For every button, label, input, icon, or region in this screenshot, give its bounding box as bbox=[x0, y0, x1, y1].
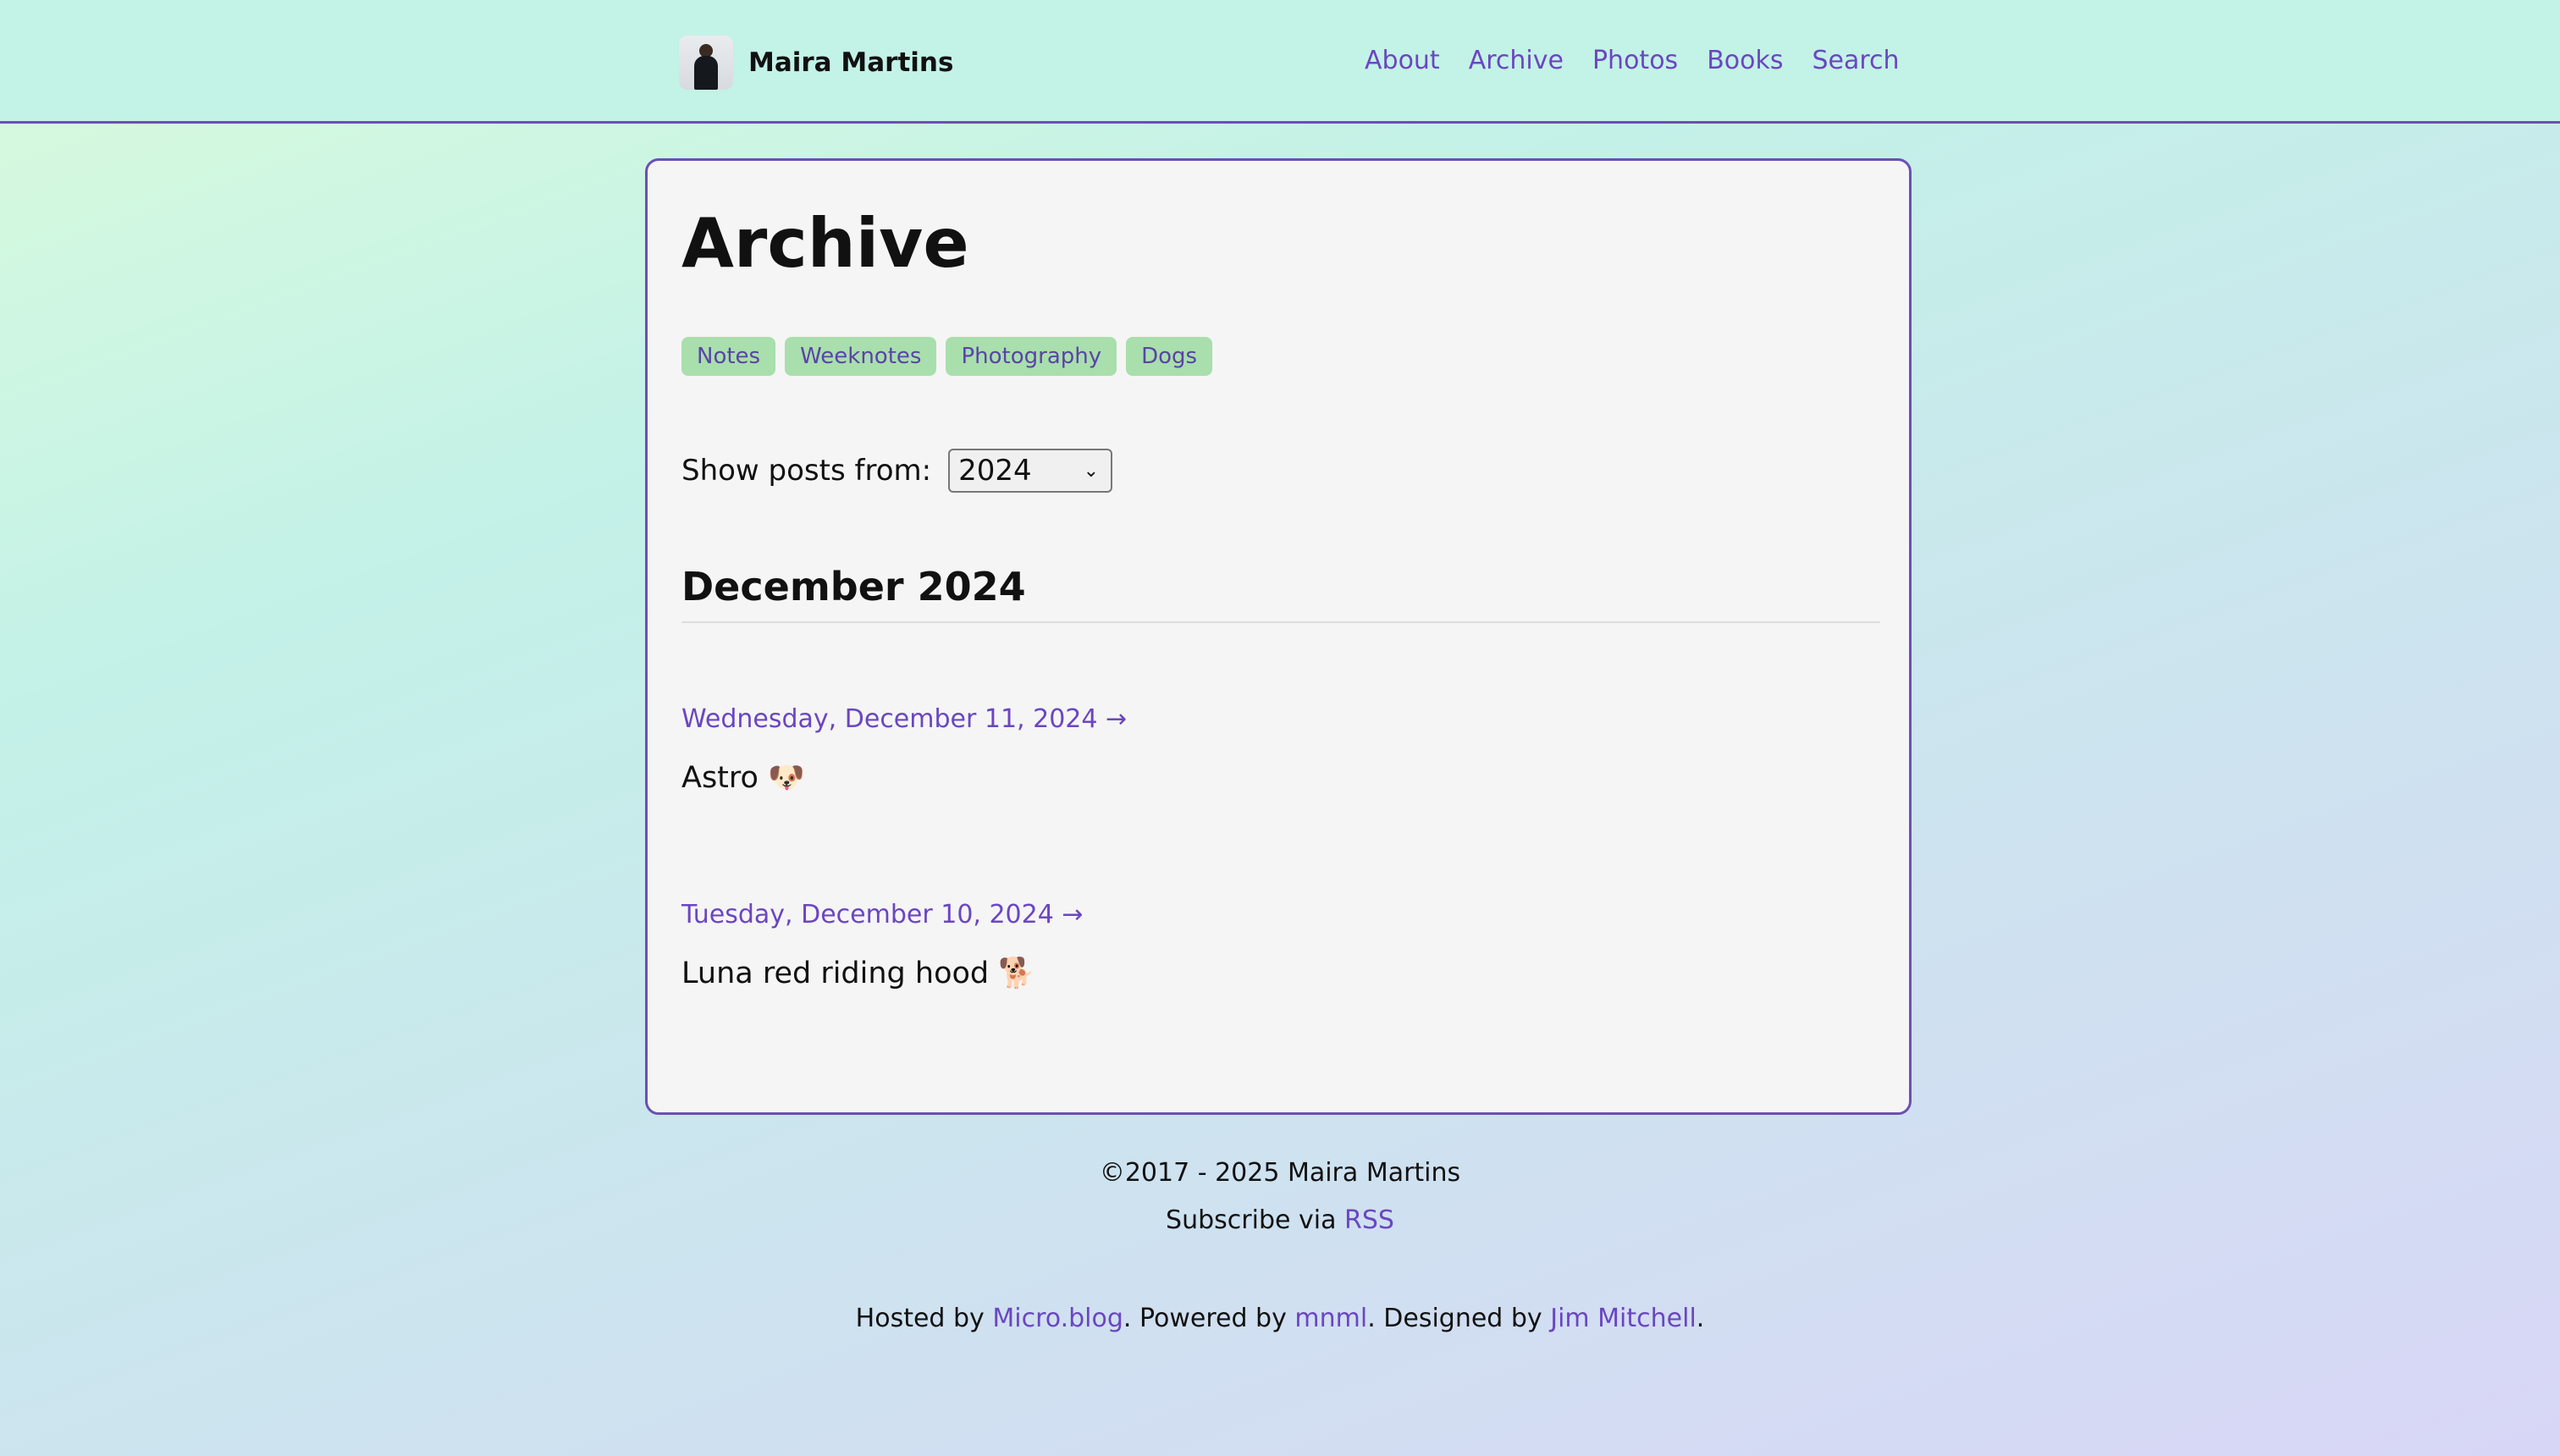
site-name[interactable]: Maira Martins bbox=[748, 47, 953, 78]
designer-link[interactable]: Jim Mitchell bbox=[1550, 1304, 1697, 1333]
nav-photos[interactable]: Photos bbox=[1592, 46, 1678, 75]
site-header: Maira Martins About Archive Photos Books… bbox=[0, 0, 2560, 124]
year-select[interactable]: 2024 ⌄ bbox=[948, 449, 1113, 493]
theme-link[interactable]: mnml bbox=[1294, 1304, 1367, 1333]
page-title: Archive bbox=[681, 204, 969, 283]
subscribe-text: Subscribe via bbox=[1166, 1205, 1337, 1235]
post-date-link[interactable]: Wednesday, December 11, 2024 → bbox=[681, 704, 1127, 734]
footer-credits: Hosted by Micro.blog. Powered by mnml. D… bbox=[0, 1304, 2560, 1333]
nav-about[interactable]: About bbox=[1365, 46, 1440, 75]
designed-by-text: . Designed by bbox=[1367, 1304, 1542, 1333]
tag-photography[interactable]: Photography bbox=[946, 337, 1117, 376]
tag-dogs[interactable]: Dogs bbox=[1126, 337, 1213, 376]
avatar-body bbox=[694, 56, 718, 90]
footer-subscribe: Subscribe via RSS bbox=[0, 1205, 2560, 1235]
site-brand[interactable]: Maira Martins bbox=[679, 36, 953, 90]
chevron-down-icon: ⌄ bbox=[1083, 460, 1100, 482]
year-filter-label: Show posts from: bbox=[681, 454, 932, 488]
nav-search[interactable]: Search bbox=[1812, 46, 1899, 75]
month-divider bbox=[681, 621, 1880, 623]
nav-archive[interactable]: Archive bbox=[1469, 46, 1564, 75]
tag-list: Notes Weeknotes Photography Dogs bbox=[681, 337, 1213, 376]
nav-books[interactable]: Books bbox=[1707, 46, 1783, 75]
year-filter: Show posts from: 2024 ⌄ bbox=[681, 449, 1113, 493]
hosted-by-text: Hosted by bbox=[855, 1304, 985, 1333]
post-text: Astro 🐶 bbox=[681, 761, 805, 795]
avatar[interactable] bbox=[679, 36, 733, 90]
post-date-link[interactable]: Tuesday, December 10, 2024 → bbox=[681, 900, 1084, 929]
archive-card: Archive Notes Weeknotes Photography Dogs… bbox=[645, 158, 1912, 1115]
post-text: Luna red riding hood 🐕 bbox=[681, 957, 1035, 990]
rss-link[interactable]: RSS bbox=[1344, 1205, 1394, 1235]
month-heading: December 2024 bbox=[681, 564, 1026, 609]
main-nav: About Archive Photos Books Search bbox=[1365, 46, 1900, 75]
tag-weeknotes[interactable]: Weeknotes bbox=[785, 337, 937, 376]
host-link[interactable]: Micro.blog bbox=[992, 1304, 1123, 1333]
year-select-value: 2024 bbox=[958, 454, 1032, 488]
footer-copyright: ©2017 - 2025 Maira Martins bbox=[1099, 1158, 1461, 1188]
powered-by-text: . Powered by bbox=[1123, 1304, 1287, 1333]
tag-notes[interactable]: Notes bbox=[681, 337, 776, 376]
footer-end: . bbox=[1696, 1304, 1705, 1333]
